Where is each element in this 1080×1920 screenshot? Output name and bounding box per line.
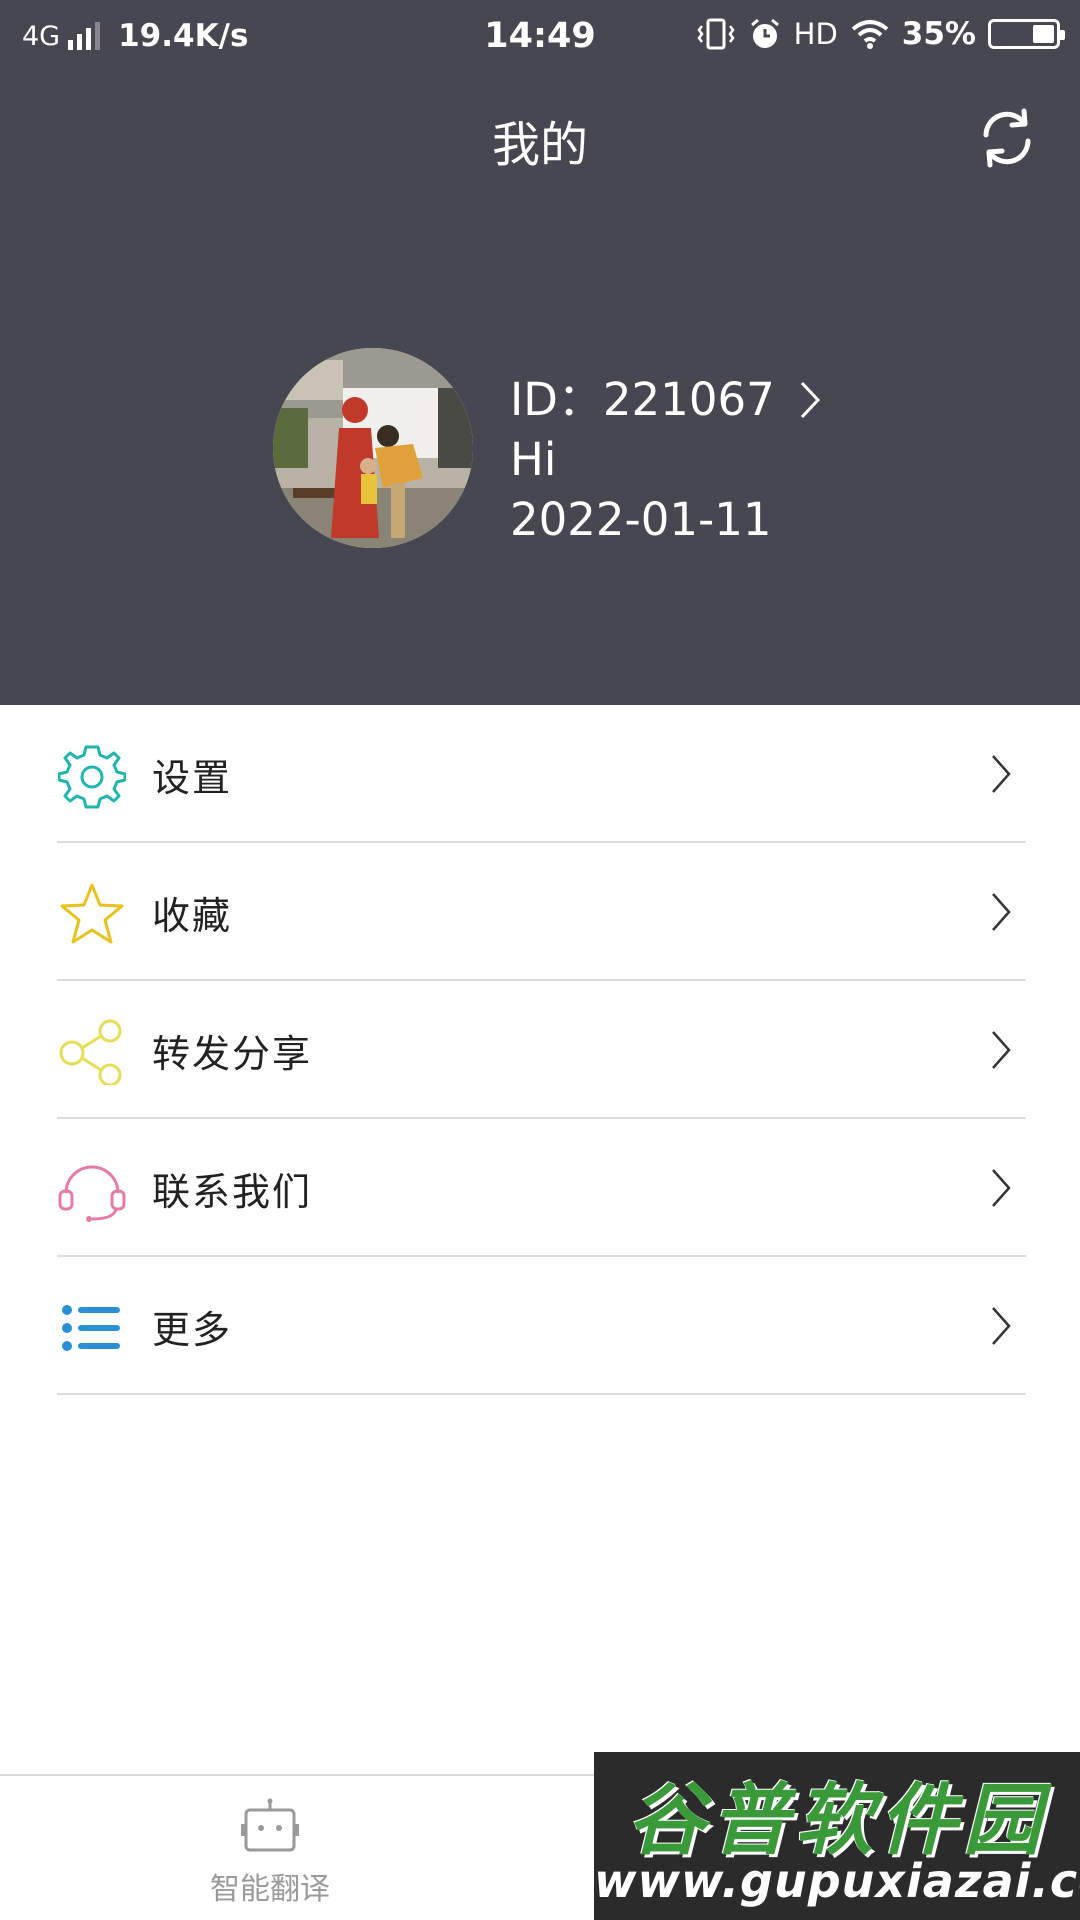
menu-item-label: 更多 <box>152 1307 233 1352</box>
robot-icon <box>241 1798 299 1852</box>
user-id: ID：221067 <box>510 373 775 426</box>
list-icon <box>62 1305 120 1351</box>
user-date: 2022-01-11 <box>510 493 772 546</box>
chevron-right-icon <box>800 381 820 419</box>
menu-item-label: 设置 <box>152 755 233 800</box>
tab-translate[interactable]: 智能翻译 <box>0 1776 540 1920</box>
menu-item-contact[interactable]: 联系我们 <box>0 1119 1080 1257</box>
menu-item-favorites[interactable]: 收藏 <box>0 843 1080 981</box>
page-title: 我的 <box>491 117 588 173</box>
avatar-photo <box>273 348 473 548</box>
share-icon <box>59 1019 122 1085</box>
chevron-right-icon <box>992 1307 1011 1345</box>
menu-item-more[interactable]: 更多 <box>0 1257 1080 1395</box>
battery-percent: 35% <box>901 16 976 52</box>
alarm-icon <box>750 18 779 48</box>
chevron-right-icon <box>992 1031 1011 1069</box>
wifi-icon <box>851 20 889 49</box>
tab-label: 智能翻译 <box>210 1872 330 1907</box>
gear-icon <box>58 745 126 809</box>
settings-menu: 设置 收藏 转发分享 联系我们 更多 <box>0 705 1080 1395</box>
watermark-url: www.gupuxiazai.com <box>594 1854 1080 1908</box>
menu-item-label: 收藏 <box>152 893 233 938</box>
vibrate-icon <box>697 18 735 50</box>
chevron-right-icon <box>992 893 1011 931</box>
headset-icon <box>58 1165 126 1222</box>
user-id-row[interactable]: ID：221067 <box>510 370 821 430</box>
menu-item-share[interactable]: 转发分享 <box>0 981 1080 1119</box>
user-greeting: Hi <box>510 433 557 486</box>
status-bar: 4G 19.4K/s 14:49 HD 35% <box>0 0 1080 75</box>
refresh-icon[interactable] <box>974 105 1040 171</box>
star-icon <box>60 883 124 944</box>
chevron-right-icon <box>992 1169 1011 1207</box>
menu-item-label: 联系我们 <box>152 1169 313 1214</box>
profile-info[interactable]: ID：221067 Hi 2022-01-11 <box>510 370 821 550</box>
chevron-right-icon <box>992 755 1011 793</box>
menu-item-label: 转发分享 <box>152 1031 313 1076</box>
avatar[interactable] <box>273 348 473 548</box>
battery-icon <box>988 19 1065 49</box>
profile-header: 4G 19.4K/s 14:49 HD 35% 我的 ID：221067 Hi … <box>0 0 1080 705</box>
watermark: 谷普软件园 www.gupuxiazai.com <box>594 1752 1080 1920</box>
menu-item-settings[interactable]: 设置 <box>0 705 1080 843</box>
hd-indicator: HD <box>793 17 838 51</box>
status-right: HD 35% <box>696 16 1065 52</box>
divider <box>57 1393 1026 1395</box>
